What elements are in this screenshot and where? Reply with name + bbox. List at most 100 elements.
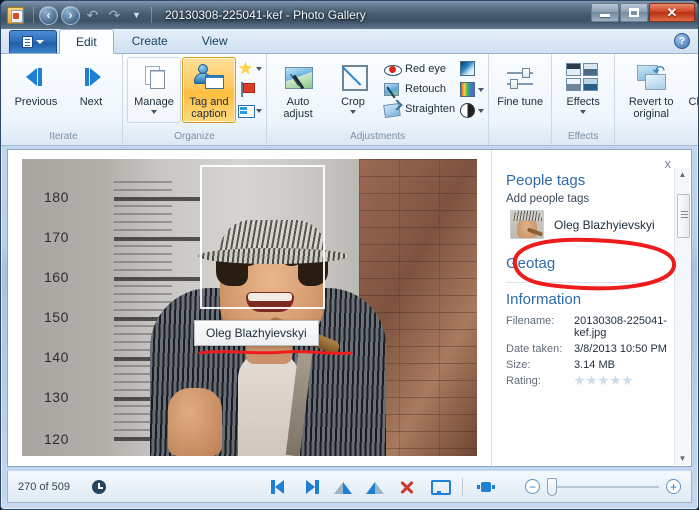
minimize-icon bbox=[600, 13, 610, 17]
photo-image[interactable]: 180 170 160 150 140 130 120 Oleg Blazhyi… bbox=[22, 159, 477, 456]
next-photo-icon[interactable] bbox=[302, 479, 320, 495]
add-people-tags-link[interactable]: Add people tags bbox=[506, 193, 667, 205]
crop-icon bbox=[337, 61, 369, 93]
person-thumbnail bbox=[510, 210, 544, 239]
tag-and-caption-button[interactable]: Tag and caption bbox=[182, 57, 236, 123]
color-icon bbox=[459, 81, 476, 98]
zoom-out-button[interactable]: − bbox=[525, 479, 540, 494]
help-icon[interactable]: ? bbox=[674, 33, 690, 49]
scrollbar-track[interactable] bbox=[676, 182, 690, 451]
geotag-heading[interactable]: Geotag bbox=[506, 255, 667, 272]
ribbon-group-effects: Effects Effects bbox=[551, 54, 614, 145]
tag-and-caption-label: Tag and caption bbox=[189, 96, 229, 120]
next-icon bbox=[75, 61, 107, 93]
group-label-adjustments: Adjustments bbox=[350, 131, 406, 142]
file-menu-button[interactable] bbox=[9, 30, 57, 53]
retouch-button[interactable]: Retouch bbox=[381, 79, 458, 99]
zoom-slider-thumb[interactable] bbox=[547, 477, 557, 496]
chevron-down-icon bbox=[151, 110, 157, 114]
close-button[interactable]: ✕ bbox=[649, 3, 695, 22]
clock-icon[interactable] bbox=[92, 479, 106, 494]
panel-scrollbar[interactable]: ▲ ▼ bbox=[674, 168, 690, 465]
next-button[interactable]: Next bbox=[64, 57, 118, 123]
flag-button[interactable] bbox=[237, 80, 262, 99]
fine-tune-button[interactable]: Fine tune bbox=[493, 57, 547, 123]
close-icon: ✕ bbox=[666, 4, 678, 20]
minimize-button[interactable] bbox=[591, 3, 619, 22]
fit-to-window-icon[interactable] bbox=[477, 479, 495, 495]
divider bbox=[506, 282, 667, 283]
close-panel-icon[interactable]: x bbox=[665, 156, 672, 171]
back-icon[interactable]: ‹ bbox=[39, 5, 58, 25]
star-icon[interactable] bbox=[574, 375, 585, 386]
contrast-button[interactable] bbox=[459, 101, 485, 120]
adjustments-text-buttons: Red eye Retouch Straighten bbox=[381, 57, 458, 119]
ruler-label-160: 160 bbox=[44, 269, 69, 285]
rating-stars[interactable] bbox=[574, 375, 667, 386]
star-icon[interactable] bbox=[598, 375, 609, 386]
rotate-left-icon[interactable] bbox=[334, 479, 352, 495]
zoom-in-button[interactable]: + bbox=[666, 479, 681, 494]
star-icon[interactable] bbox=[610, 375, 621, 386]
effects-icon bbox=[566, 61, 600, 93]
star-icon[interactable] bbox=[586, 375, 597, 386]
crop-button[interactable]: Crop bbox=[326, 57, 380, 123]
tab-edit[interactable]: Edit bbox=[59, 29, 114, 54]
maximize-icon bbox=[629, 8, 639, 17]
next-label: Next bbox=[79, 96, 103, 108]
divider bbox=[33, 7, 34, 23]
flag-icon bbox=[237, 81, 255, 98]
ribbon-group-fine-tune: Fine tune bbox=[488, 54, 551, 145]
previous-icon bbox=[20, 61, 52, 93]
red-underline-annotation bbox=[198, 350, 353, 355]
info-value-date-taken: 3/8/2013 10:50 PM bbox=[574, 343, 667, 355]
tab-view[interactable]: View bbox=[186, 29, 244, 53]
chevron-down-icon bbox=[256, 108, 262, 113]
face-tag-tooltip[interactable]: Oleg Blazhyievskyi bbox=[194, 320, 319, 346]
color-button[interactable] bbox=[459, 80, 485, 99]
redo-icon[interactable]: ↷ bbox=[105, 6, 124, 25]
effects-button[interactable]: Effects bbox=[556, 57, 610, 123]
people-tag-item[interactable]: Oleg Blazhyievskyi bbox=[510, 210, 667, 239]
exposure-button[interactable] bbox=[459, 59, 484, 78]
rotate-right-icon[interactable] bbox=[366, 479, 384, 495]
delete-icon[interactable] bbox=[398, 479, 416, 495]
scroll-up-icon[interactable]: ▲ bbox=[679, 168, 687, 181]
chevron-down-icon bbox=[36, 40, 44, 44]
caption-button[interactable] bbox=[237, 101, 262, 120]
group-label-iterate: Iterate bbox=[49, 131, 78, 142]
fine-tune-label: Fine tune bbox=[497, 96, 544, 108]
scroll-down-icon[interactable]: ▼ bbox=[679, 452, 687, 465]
star-icon[interactable] bbox=[622, 375, 633, 386]
revert-to-original-button[interactable]: ↶ Revert to original bbox=[619, 57, 683, 123]
revert-label: Revert to original bbox=[628, 96, 674, 120]
tab-create[interactable]: Create bbox=[116, 29, 184, 53]
red-eye-button[interactable]: Red eye bbox=[381, 59, 458, 79]
auto-adjust-button[interactable]: Auto adjust bbox=[271, 57, 325, 123]
straighten-button[interactable]: Straighten bbox=[381, 99, 458, 119]
chevron-down-icon bbox=[350, 110, 356, 114]
undo-icon[interactable]: ↶ bbox=[83, 6, 102, 25]
manage-button[interactable]: Manage bbox=[127, 57, 181, 123]
face-detection-rectangle[interactable] bbox=[200, 165, 325, 309]
zoom-slider-track[interactable] bbox=[547, 477, 659, 496]
previous-photo-icon[interactable] bbox=[270, 479, 288, 495]
info-value-rating[interactable] bbox=[574, 375, 667, 387]
maximize-button[interactable] bbox=[620, 3, 648, 22]
zoom-control: − + bbox=[525, 477, 681, 496]
group-label-fine-tune bbox=[493, 131, 547, 145]
photo-gallery-icon bbox=[7, 6, 24, 24]
close-file-icon bbox=[695, 61, 698, 93]
photo-pane[interactable]: 180 170 160 150 140 130 120 Oleg Blazhyi… bbox=[8, 150, 491, 466]
chevron-down-icon[interactable]: ▼ bbox=[127, 6, 146, 25]
info-value-size: 3.14 MB bbox=[574, 359, 615, 371]
rating-button[interactable] bbox=[237, 59, 262, 78]
forward-icon[interactable]: › bbox=[61, 5, 80, 25]
previous-button[interactable]: Previous bbox=[9, 57, 63, 123]
close-file-button[interactable]: Close file bbox=[684, 57, 698, 123]
info-key-filename: Filename: bbox=[506, 315, 555, 327]
scrollbar-thumb[interactable] bbox=[677, 194, 690, 238]
ribbon-group-file-actions: ↶ Revert to original Close file bbox=[614, 54, 698, 145]
slideshow-icon[interactable] bbox=[430, 479, 451, 495]
fine-tune-icon bbox=[504, 61, 536, 93]
